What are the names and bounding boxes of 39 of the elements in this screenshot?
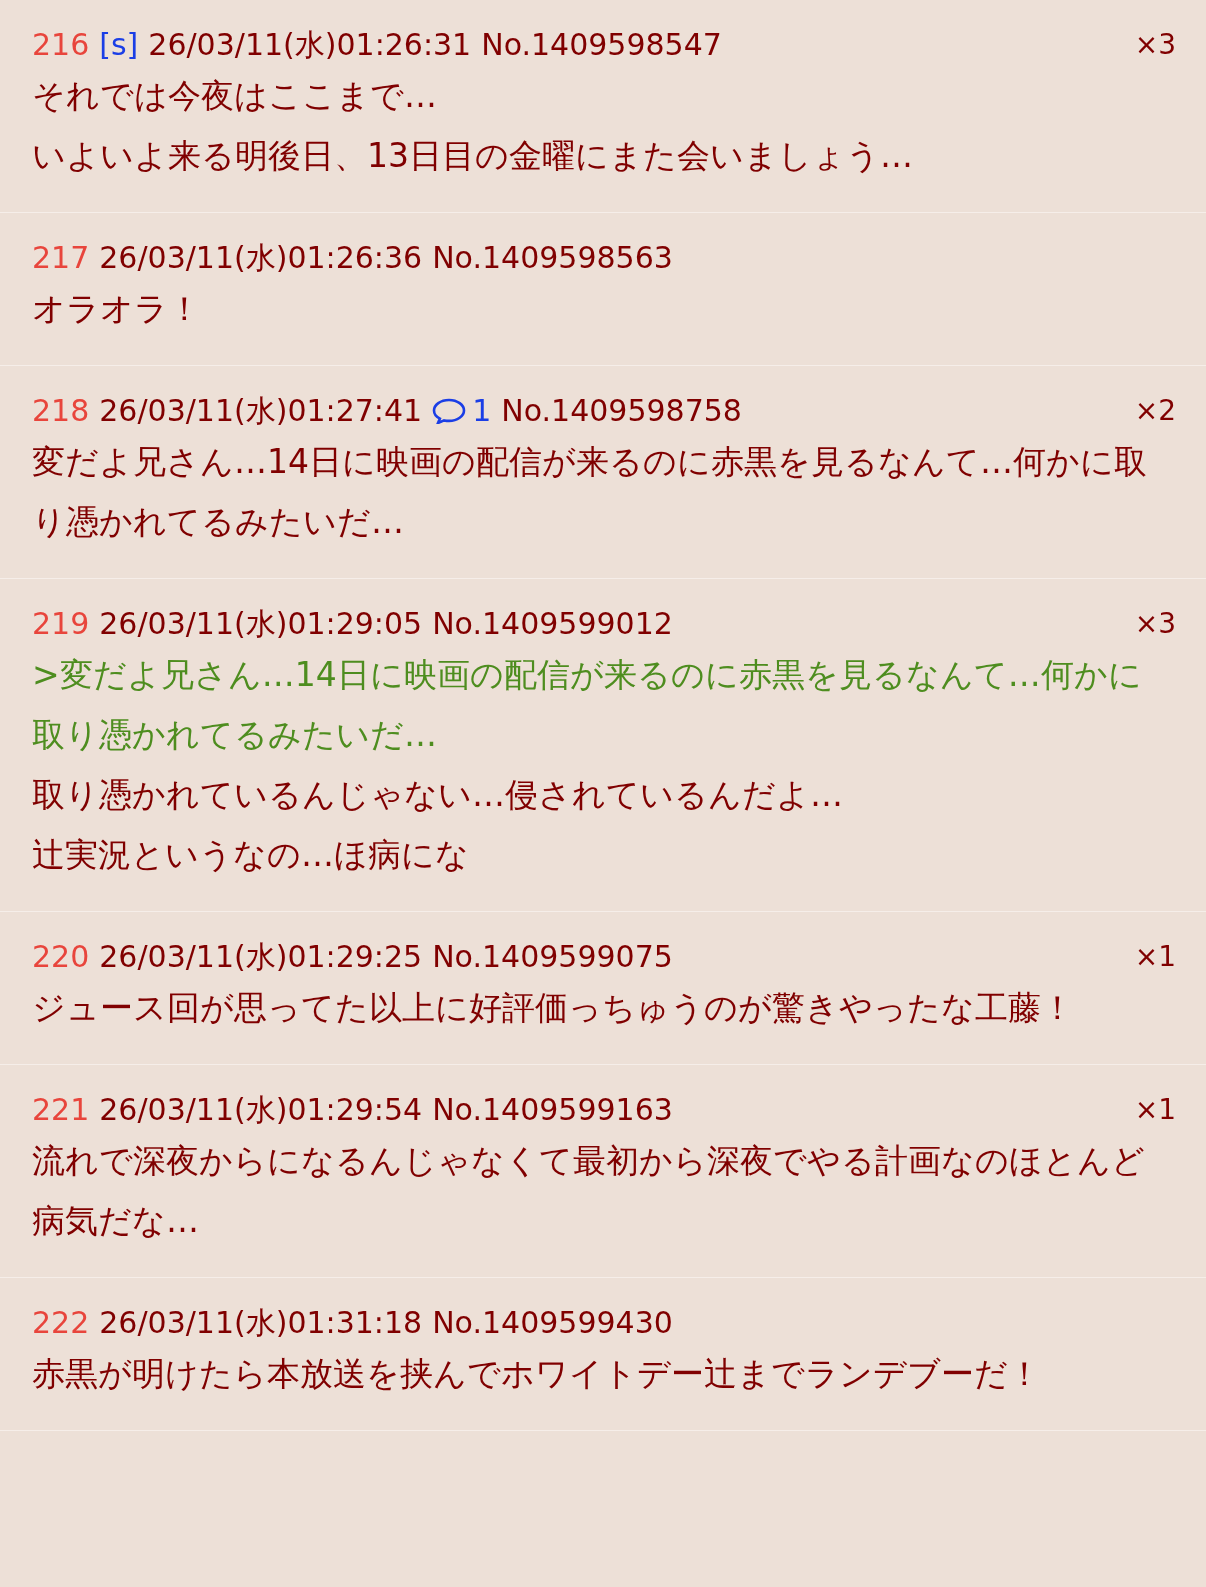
post-date: 26/03/11(水)01:26:31 bbox=[148, 26, 472, 64]
post-text: 取り憑かれているんじゃない…侵されているんだよ… bbox=[32, 774, 844, 816]
post-date: 26/03/11(水)01:31:18 bbox=[99, 1304, 423, 1342]
post-id[interactable]: No.1409598547 bbox=[481, 24, 722, 66]
post-number[interactable]: 216 bbox=[32, 24, 90, 66]
post-text: オラオラ！ bbox=[32, 288, 202, 330]
post-text: >変だよ兄さん…14日に映画の配信が来るのに赤黒を見るなんて…何かに取り憑かれてるみたいだ… bbox=[32, 654, 1143, 756]
post-id[interactable]: No.1409599430 bbox=[432, 1302, 673, 1344]
post-number[interactable]: 219 bbox=[32, 603, 90, 645]
post-id[interactable]: No.1409599012 bbox=[432, 603, 673, 645]
post-number[interactable]: 221 bbox=[32, 1089, 90, 1131]
reply-count-link[interactable]: 1 bbox=[432, 390, 492, 432]
post-date: 26/03/11(水)01:27:41 bbox=[99, 392, 423, 430]
reaction-count: ×1 bbox=[1134, 1092, 1176, 1128]
post-id[interactable]: No.1409599163 bbox=[432, 1089, 673, 1131]
post-text: いよいよ来る明後日、13日目の金曜にまた会いましょう… bbox=[32, 135, 914, 177]
post-text: 流れで深夜からになるんじゃなくて最初から深夜でやる計画なのほとんど病気だな… bbox=[32, 1140, 1146, 1242]
post-id[interactable]: No.1409599075 bbox=[432, 936, 673, 978]
post-id[interactable]: No.1409598758 bbox=[501, 390, 742, 432]
reaction-count: ×2 bbox=[1134, 393, 1176, 429]
post-number[interactable]: 222 bbox=[32, 1302, 90, 1344]
post-number[interactable]: 218 bbox=[32, 390, 90, 432]
post-date: 26/03/11(水)01:26:36 bbox=[99, 239, 423, 277]
reaction-count: ×3 bbox=[1134, 27, 1176, 63]
post-text: ジュース回が思ってた以上に好評価っちゅうのが驚きやったな工藤！ bbox=[32, 987, 1075, 1029]
post-id[interactable]: No.1409598563 bbox=[432, 237, 673, 279]
post-text: 赤黒が明けたら本放送を挟んでホワイトデー辻までランデブーだ！ bbox=[32, 1353, 1042, 1395]
reaction-count: ×1 bbox=[1134, 939, 1176, 975]
sage-mark: [s] bbox=[99, 26, 139, 64]
post-text: 変だよ兄さん…14日に映画の配信が来るのに赤黒を見るなんて…何かに取り憑かれてるみたいだ… bbox=[32, 441, 1148, 543]
post-date: 26/03/11(水)01:29:54 bbox=[99, 1091, 423, 1129]
post-number[interactable]: 220 bbox=[32, 936, 90, 978]
post-number[interactable]: 217 bbox=[32, 237, 90, 279]
post-text: 辻実況というなの…ほ病にな bbox=[32, 834, 470, 876]
post-date: 26/03/11(水)01:29:05 bbox=[99, 605, 423, 643]
speech-bubble-icon bbox=[432, 398, 467, 424]
post-date: 26/03/11(水)01:29:25 bbox=[99, 938, 423, 976]
post-text: それでは今夜はここまで… bbox=[32, 75, 438, 117]
reaction-count: ×3 bbox=[1134, 606, 1176, 642]
